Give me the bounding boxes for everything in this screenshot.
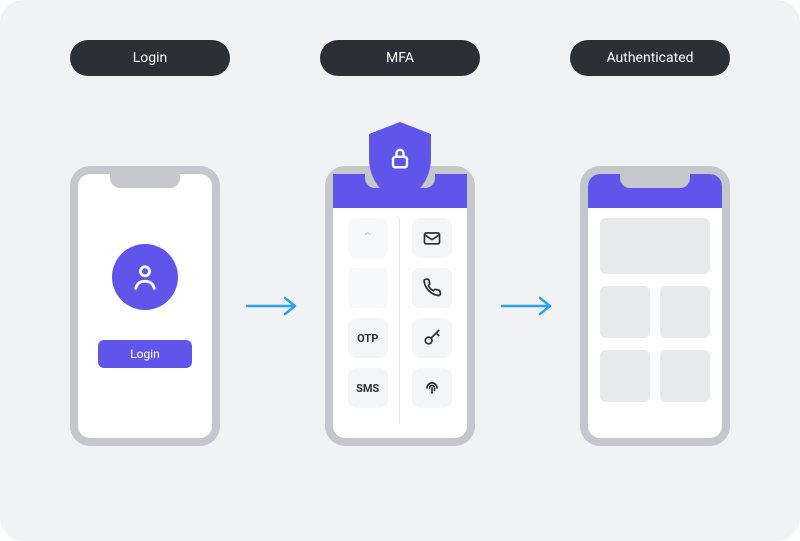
phone-icon <box>422 278 442 298</box>
arrow-right-icon <box>500 294 556 318</box>
step-pill-mfa: MFA <box>320 40 480 76</box>
shield-badge <box>361 118 439 210</box>
user-icon <box>128 260 162 294</box>
phone-authenticated <box>580 166 730 446</box>
mfa-tile-call[interactable] <box>412 268 452 308</box>
content-block <box>600 350 650 402</box>
mfa-right-column <box>408 218 458 424</box>
diagram-canvas: Login MFA Authenticated Login <box>0 0 800 541</box>
mfa-options-grid: ⌃ OTP SMS <box>343 218 457 424</box>
fingerprint-icon <box>422 378 442 398</box>
login-button[interactable]: Login <box>98 340 192 368</box>
content-row <box>600 286 710 338</box>
content-block <box>660 286 710 338</box>
content-block <box>660 350 710 402</box>
phone-mfa: ⌃ OTP SMS <box>325 166 475 446</box>
step-pills-row: Login MFA Authenticated <box>40 40 760 76</box>
phone-login: Login <box>70 166 220 446</box>
mail-icon <box>422 228 442 248</box>
mfa-left-column: ⌃ OTP SMS <box>343 218 400 424</box>
phones-row: Login <box>40 166 760 446</box>
arrow-mfa-to-auth <box>498 294 558 318</box>
login-screen: Login <box>78 174 212 438</box>
mfa-tile-placeholder <box>348 268 388 308</box>
key-icon <box>422 328 442 348</box>
arrow-login-to-mfa <box>243 294 303 318</box>
user-avatar <box>112 244 178 310</box>
arrow-right-icon <box>245 294 301 318</box>
content-block <box>600 286 650 338</box>
authenticated-content <box>600 218 710 424</box>
mfa-tile-placeholder: ⌃ <box>348 218 388 258</box>
lock-icon <box>386 144 414 172</box>
mfa-tile-key[interactable] <box>412 318 452 358</box>
content-block <box>600 218 710 274</box>
phone-notch <box>110 174 180 188</box>
mfa-tile-biometric[interactable] <box>412 368 452 408</box>
phone-notch <box>620 174 690 188</box>
step-pill-authenticated: Authenticated <box>570 40 730 76</box>
step-pill-login: Login <box>70 40 230 76</box>
mfa-tile-otp[interactable]: OTP <box>348 318 388 358</box>
mfa-tile-sms[interactable]: SMS <box>348 368 388 408</box>
mfa-tile-email[interactable] <box>412 218 452 258</box>
content-row <box>600 350 710 402</box>
